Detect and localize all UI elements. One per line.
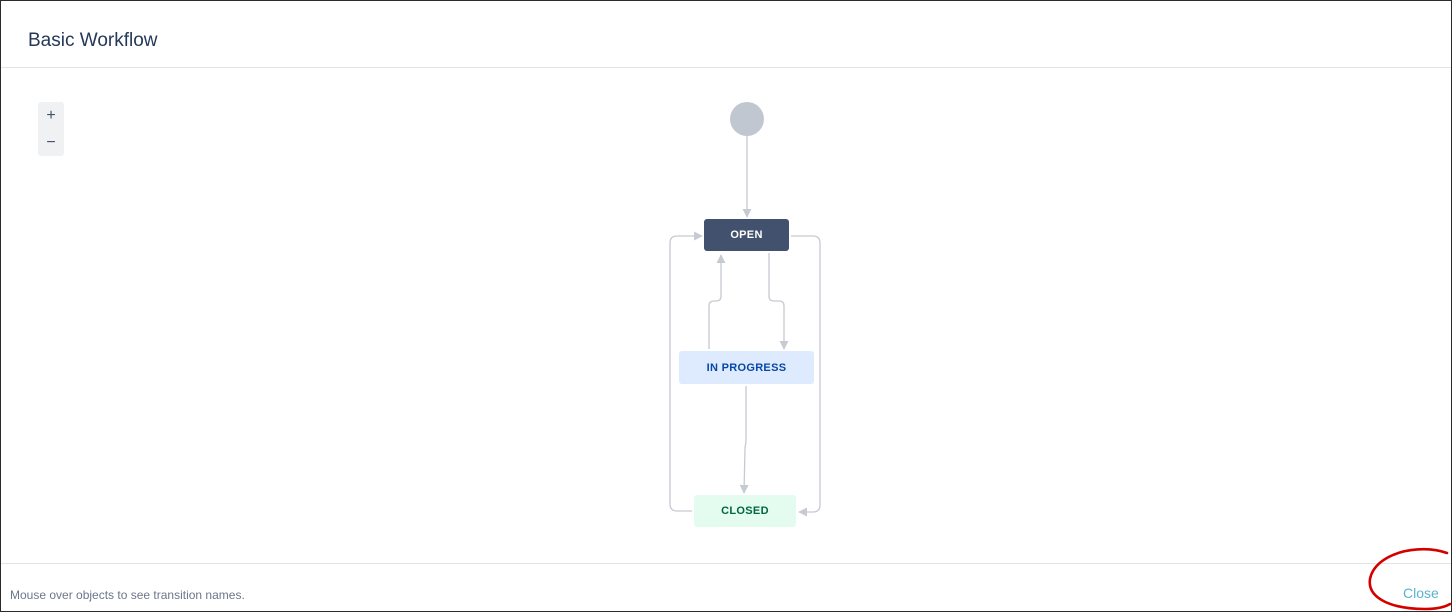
- status-open[interactable]: OPEN: [704, 219, 789, 251]
- transition-close-from-progress[interactable]: [739, 386, 749, 494]
- dialog-header: Basic Workflow: [1, 1, 1451, 68]
- footer-hint: Mouse over objects to see transition nam…: [10, 588, 245, 602]
- transition-stop-progress[interactable]: [708, 254, 726, 349]
- red-circle-annotation: [1368, 547, 1451, 611]
- dialog-title: Basic Workflow: [28, 30, 158, 51]
- status-in-progress[interactable]: IN PROGRESS: [679, 351, 814, 384]
- dialog-footer: Mouse over objects to see transition nam…: [1, 563, 1451, 611]
- workflow-canvas[interactable]: + − OPEN IN PROGRESS CLOSED: [1, 68, 1451, 563]
- workflow-dialog: Basic Workflow + − OPEN IN PROGRESS CLOS…: [0, 0, 1452, 612]
- transition-start-progress[interactable]: [768, 253, 789, 350]
- initial-state-node[interactable]: [730, 102, 764, 136]
- transition-lines: [669, 136, 821, 517]
- status-closed[interactable]: CLOSED: [694, 495, 796, 527]
